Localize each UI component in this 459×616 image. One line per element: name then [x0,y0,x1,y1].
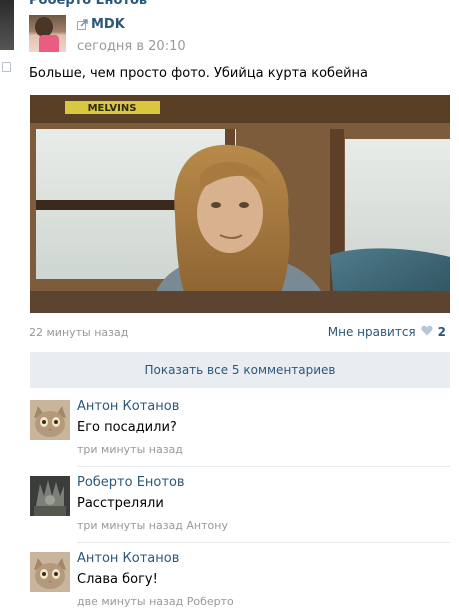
post-text: Больше, чем просто фото. Убийца курта ко… [29,66,368,81]
show-all-comments-button[interactable]: Показать все 5 комментариев [30,352,450,388]
comment-item: Антон Котанов Его посадили? три минуты н… [30,396,450,470]
post-author-avatar[interactable] [29,15,66,52]
comment-meta[interactable]: три минуты назад Антону [77,519,228,532]
comment-author-avatar[interactable] [30,400,70,440]
comment-text: Расстреляли [77,496,164,511]
comment-text: Слава богу! [77,572,158,587]
like-button[interactable]: Мне нравится 2 [328,325,446,339]
post-author-name[interactable]: Роберто Енотов [29,0,147,8]
repost-arrow-icon [77,19,88,30]
comment-author-name[interactable]: Антон Котанов [77,399,179,414]
comment-item: Антон Котанов Слава богу! две минуты наз… [30,548,450,616]
comment-author-name[interactable]: Роберто Енотов [77,475,185,490]
heart-icon [421,325,433,339]
repost-line: MDK [77,17,125,32]
comment-meta[interactable]: две минуты назад Роберто [77,595,234,608]
like-label: Мне нравится [327,325,416,339]
comment-divider [77,542,450,543]
comment-author-name[interactable]: Антон Котанов [77,551,179,566]
photo-illustration: MELVINS [30,95,450,313]
comment-text: Его посадили? [77,420,177,435]
photo-sign-text: MELVINS [88,103,137,114]
repost-source-link[interactable]: MDK [91,17,125,32]
comment-meta[interactable]: три минуты назад [77,443,183,456]
like-count: 2 [437,325,446,339]
post-marker-icon [2,62,11,72]
post-photo[interactable]: MELVINS [30,95,450,313]
comment-divider [77,466,450,467]
post-footer-timestamp[interactable]: 22 минуты назад [29,326,128,339]
sidebar-photo-fragment [0,0,14,50]
post-timestamp[interactable]: сегодня в 20:10 [77,39,186,54]
comment-author-avatar[interactable] [30,476,70,516]
comment-author-avatar[interactable] [30,552,70,592]
comment-item: Роберто Енотов Расстреляли три минуты на… [30,472,450,546]
